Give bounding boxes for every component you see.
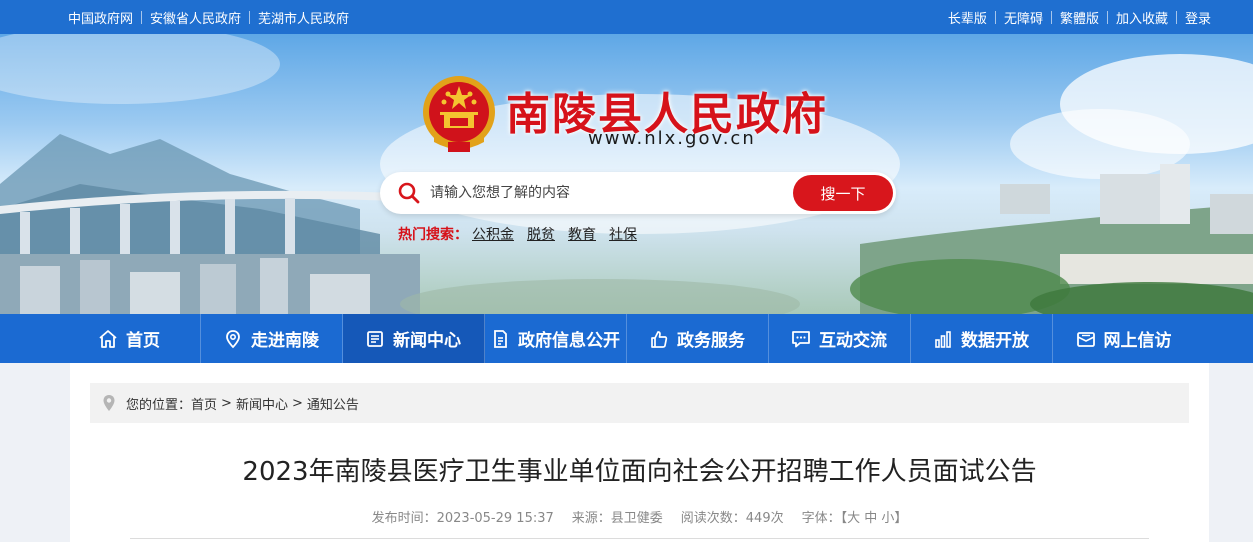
nav-item-news[interactable]: 新闻中心	[342, 314, 485, 363]
hot-search: 热门搜索： 公积金 脱贫 教育 社保	[398, 224, 650, 244]
breadcrumb: 您的位置： 首页 > 新闻中心 > 通知公告	[90, 383, 1189, 423]
publish-time: 发布时间：2023-05-29 15:37	[371, 511, 554, 526]
hot-search-item[interactable]: 脱贫	[527, 224, 555, 244]
chat-icon	[792, 330, 810, 347]
news-icon	[367, 330, 383, 347]
top-links-right: 长辈版 无障碍 繁體版 加入收藏 登录	[948, 0, 1211, 34]
divider	[130, 538, 1149, 539]
nav-item-label: 走进南陵	[251, 331, 319, 351]
nav-item-label: 网上信访	[1103, 331, 1172, 351]
top-bar: 中国政府网 安徽省人民政府 芜湖市人民政府 长辈版 无障碍 繁體版 加入收藏 登…	[0, 0, 1253, 34]
location-pin-icon	[226, 329, 240, 348]
nav-item-label: 政府信息公开	[518, 331, 620, 351]
breadcrumb-separator: >	[291, 395, 303, 411]
search-input[interactable]	[430, 180, 780, 206]
article-meta: 发布时间：2023-05-29 15:37 来源：县卫健委 阅读次数：449次 …	[70, 507, 1209, 526]
main-nav: 首页 走进南陵 新闻中心 政府信息公开 政务服务 互动交流 数据开放 网上信访	[0, 314, 1253, 363]
nav-item-about-nanling[interactable]: 走进南陵	[201, 314, 343, 363]
bar-chart-icon	[935, 330, 951, 348]
nav-item-gov-info-disclosure[interactable]: 政府信息公开	[485, 314, 627, 363]
breadcrumb-prefix: 您的位置：	[126, 397, 192, 413]
font-size-selector[interactable]: 字体：【大 中 小】	[802, 507, 908, 526]
login-link[interactable]: 登录	[1185, 8, 1211, 27]
search-icon	[398, 182, 420, 204]
breadcrumb-home[interactable]: 首页	[191, 394, 217, 413]
top-links-left: 中国政府网 安徽省人民政府 芜湖市人民政府	[68, 0, 349, 34]
breadcrumb-news-center[interactable]: 新闻中心	[236, 394, 288, 413]
nav-item-open-data[interactable]: 数据开放	[911, 314, 1053, 363]
nav-item-gov-services[interactable]: 政务服务	[627, 314, 769, 363]
hot-search-label: 热门搜索：	[398, 227, 468, 243]
nav-item-label: 互动交流	[819, 331, 887, 351]
site-url: www.nlx.gov.cn	[588, 128, 756, 149]
traditional-chinese-link[interactable]: 繁體版	[1060, 8, 1099, 27]
divider	[1106, 10, 1108, 24]
header-banner: 南陵县人民政府 www.nlx.gov.cn 搜一下 热门搜索： 公积金 脱贫 …	[0, 34, 1253, 314]
mail-icon	[1076, 331, 1095, 347]
add-favorite-link[interactable]: 加入收藏	[1116, 8, 1168, 27]
hot-search-item[interactable]: 社保	[609, 224, 637, 244]
divider	[994, 10, 996, 24]
nav-item-label: 首页	[126, 331, 160, 351]
nav-item-label: 新闻中心	[393, 331, 461, 351]
nav-item-home[interactable]: 首页	[59, 314, 201, 363]
divider	[1050, 10, 1052, 24]
nav-item-label: 数据开放	[961, 331, 1029, 351]
thumbs-up-icon	[651, 330, 668, 348]
breadcrumb-notices[interactable]: 通知公告	[307, 394, 359, 413]
location-pin-icon	[103, 395, 115, 411]
accessibility-link[interactable]: 无障碍	[1004, 8, 1043, 27]
divider	[1175, 10, 1177, 24]
hot-search-item[interactable]: 公积金	[472, 224, 514, 244]
article-container: 您的位置： 首页 > 新闻中心 > 通知公告 2023年南陵县医疗卫生事业单位面…	[70, 363, 1209, 542]
elder-mode-link[interactable]: 长辈版	[948, 8, 987, 27]
link-anhui-gov[interactable]: 安徽省人民政府	[150, 8, 241, 27]
national-emblem-icon	[423, 76, 495, 152]
search-box: 搜一下	[380, 172, 896, 214]
breadcrumb-separator: >	[221, 395, 232, 411]
article-title: 2023年南陵县医疗卫生事业单位面向社会公开招聘工作人员面试公告	[242, 457, 1037, 487]
article-source: 来源：县卫健委	[571, 511, 663, 526]
nav-item-online-petition[interactable]: 网上信访	[1053, 314, 1195, 363]
document-icon	[494, 329, 507, 348]
link-wuhu-gov[interactable]: 芜湖市人民政府	[258, 8, 349, 27]
nav-item-label: 政务服务	[677, 331, 745, 351]
home-icon	[99, 329, 117, 348]
divider	[141, 10, 143, 24]
divider	[249, 10, 251, 24]
link-gov-cn[interactable]: 中国政府网	[68, 8, 133, 27]
hot-search-item[interactable]: 教育	[568, 224, 596, 244]
nav-item-interaction[interactable]: 互动交流	[769, 314, 911, 363]
view-count: 阅读次数：449次	[680, 511, 784, 526]
search-button[interactable]: 搜一下	[793, 175, 893, 211]
